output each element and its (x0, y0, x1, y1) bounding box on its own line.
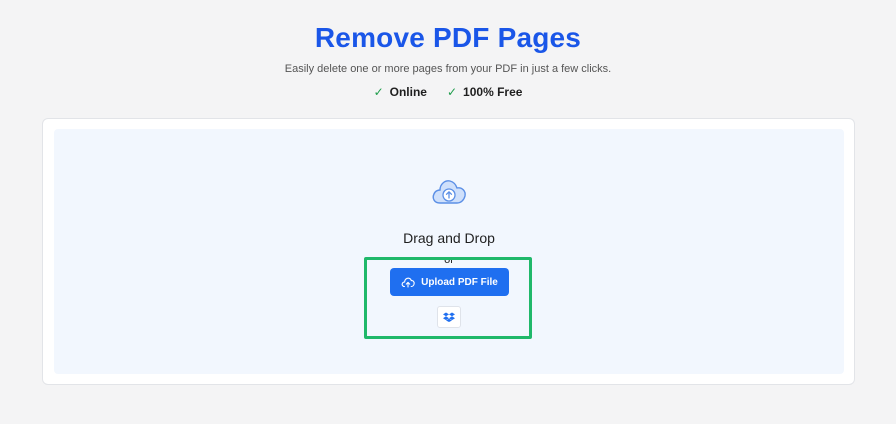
page-title: Remove PDF Pages (314, 22, 582, 53)
dropbox-icon (443, 312, 455, 322)
page-subtitle: Easily delete one or more pages from you… (284, 63, 612, 75)
feature-label: 100% Free (463, 85, 523, 99)
check-icon: ✓ (373, 85, 384, 99)
drop-zone[interactable]: Drag and Drop or Upload PDF File (54, 129, 844, 374)
dropbox-button[interactable] (437, 306, 461, 328)
cloud-upload-icon (432, 180, 466, 204)
cloud-upload-icon (401, 277, 415, 288)
upload-pdf-button[interactable]: Upload PDF File (390, 268, 509, 296)
upload-card: Drag and Drop or Upload PDF File (42, 118, 855, 385)
feature-list: ✓ Online ✓ 100% Free (0, 85, 896, 99)
feature-label: Online (389, 85, 427, 99)
upload-button-label: Upload PDF File (421, 276, 498, 288)
feature-free: ✓ 100% Free (447, 85, 522, 99)
feature-online: ✓ Online (374, 85, 427, 99)
check-icon: ✓ (446, 85, 458, 99)
drag-and-drop-label: Drag and Drop (403, 230, 495, 246)
